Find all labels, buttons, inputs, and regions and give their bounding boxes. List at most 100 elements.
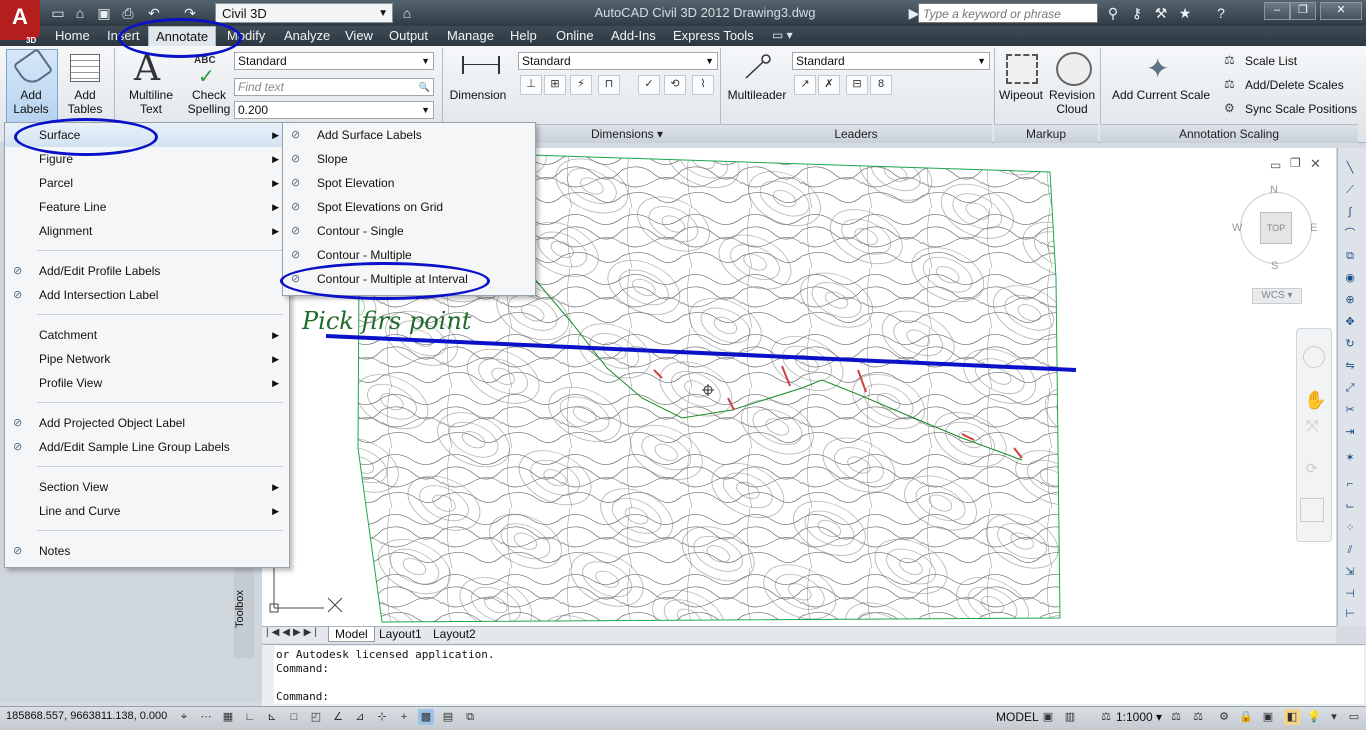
markup-panel-title[interactable]: Markup (994, 124, 1098, 143)
find-text-input[interactable]: Find text 🔍 (234, 78, 434, 96)
dim-linear-icon[interactable]: ⊥ (520, 75, 542, 95)
collect-leaders-icon[interactable]: 8 (870, 75, 892, 95)
favorites-star-icon[interactable]: ★ (1174, 3, 1196, 23)
steering-wheel-icon[interactable] (1303, 346, 1325, 368)
viewport-minimize-icon[interactable]: ▭ (1270, 158, 1281, 172)
close-button[interactable]: ✕ (1320, 2, 1362, 20)
rt-fillet-icon[interactable]: ⌐ (1341, 476, 1359, 493)
polar-tracking-icon[interactable]: ⊾ (264, 709, 280, 725)
align-leaders-icon[interactable]: ⊟ (846, 75, 868, 95)
remove-leader-icon[interactable]: ✗ (818, 75, 840, 95)
tab-express-tools[interactable]: Express Tools (666, 26, 761, 46)
menu-item-catchment[interactable]: Catchment ▶ (5, 323, 289, 347)
model-space-button[interactable]: MODEL (996, 710, 1039, 724)
grid-display-icon[interactable]: ▦ (220, 709, 236, 725)
menu-item-add-edit-sample-line-group-labels[interactable]: ⊘ Add/Edit Sample Line Group Labels (5, 435, 289, 459)
revision-cloud-button[interactable]: Revision Cloud (1046, 88, 1098, 116)
scale-list-button[interactable]: Scale List (1245, 52, 1297, 70)
multiline-text-button[interactable]: Multiline Text (124, 88, 178, 116)
rt-scale-icon[interactable]: ⤢ (1341, 380, 1359, 397)
object-snap-icon[interactable]: □ (286, 709, 302, 725)
quick-properties-icon[interactable]: ▤ (440, 709, 456, 725)
menu-item-pipe-network[interactable]: Pipe Network ▶ (5, 347, 289, 371)
subscription-key-icon[interactable]: ⚷ (1126, 3, 1148, 23)
rt-earth-icon[interactable]: ⊕ (1341, 292, 1359, 309)
isolate-objects-icon[interactable]: ◧ (1284, 709, 1300, 725)
wcs-menu[interactable]: WCS ▾ (1252, 288, 1302, 304)
viewport-close-icon[interactable]: ✕ (1310, 156, 1321, 172)
save-icon[interactable]: ▣ (94, 3, 114, 23)
auto-scale-icon[interactable]: ⚖ (1190, 709, 1206, 725)
check-spelling-button[interactable]: Check Spelling (184, 88, 234, 116)
rt-join-icon[interactable]: ⊢ (1341, 606, 1359, 623)
lineweight-icon[interactable]: + (396, 709, 412, 725)
3d-osnap-icon[interactable]: ◰ (308, 709, 324, 725)
layout-nav-arrows-icon[interactable]: |◀◀▶▶| (266, 627, 320, 638)
rt-copy-icon[interactable]: ⧉ (1341, 248, 1359, 265)
dim-continue-icon[interactable]: ⊓ (598, 75, 620, 95)
text-height-dropdown[interactable]: 0.200 ▼ (234, 101, 434, 119)
infer-constraints-icon[interactable]: ⌖ (176, 709, 192, 725)
orbit-icon[interactable]: ⟳ (1306, 460, 1318, 477)
submenu-item-add-surface-labels[interactable]: ⊘ Add Surface Labels (283, 123, 535, 147)
menu-item-add-intersection-label[interactable]: ⊘ Add Intersection Label (5, 283, 289, 307)
communication-center-icon[interactable]: ⚒ (1150, 3, 1172, 23)
menu-item-profile-view[interactable]: Profile View ▶ (5, 371, 289, 395)
multileader-button[interactable]: Multileader (724, 88, 790, 102)
menu-item-notes[interactable]: ⊘ Notes (5, 539, 289, 563)
viewport-restore-icon[interactable]: ❐ (1290, 156, 1301, 170)
rt-move-icon[interactable]: ✥ (1341, 314, 1359, 331)
rt-spline-icon[interactable]: ∫ (1341, 204, 1359, 221)
annotation-scale-dropdown[interactable]: 1:1000 ▾ (1116, 710, 1162, 724)
dim-inspect-icon[interactable]: ✓ (638, 75, 660, 95)
dimension-style-dropdown[interactable]: Standard ▼ (518, 52, 718, 70)
tab-view[interactable]: View (338, 26, 380, 46)
menu-item-add-projected-object-label[interactable]: ⊘ Add Projected Object Label (5, 411, 289, 435)
tab-online[interactable]: Online (549, 26, 601, 46)
quick-view-drawings-icon[interactable]: ▥ (1062, 709, 1078, 725)
new-file-icon[interactable]: ▭ (48, 3, 68, 23)
rt-stretch-icon[interactable]: ⇲ (1341, 564, 1359, 581)
ortho-mode-icon[interactable]: ∟ (242, 709, 258, 725)
quick-view-layouts-icon[interactable]: ▣ (1040, 709, 1056, 725)
rt-arc-icon[interactable]: ⌒ (1341, 226, 1359, 243)
rt-offset-icon[interactable]: ⫽ (1341, 542, 1359, 559)
hardware-acceleration-icon[interactable]: ▣ (1260, 709, 1276, 725)
pan-hand-icon[interactable]: ✋ (1304, 390, 1326, 411)
lightbulb-icon[interactable]: 💡 (1306, 709, 1322, 725)
submenu-item-contour-single[interactable]: ⊘ Contour - Single (283, 219, 535, 243)
annotation-visibility-icon[interactable]: ⚖ (1168, 709, 1184, 725)
print-icon[interactable]: ⎙ (118, 3, 138, 23)
annotation-scale-icon[interactable]: ⚖ (1098, 709, 1114, 725)
help-icon[interactable]: ? (1210, 3, 1232, 23)
command-history[interactable]: or Autodesk licensed application. Comman… (274, 646, 1364, 704)
viewcube[interactable]: N S E W TOP (1226, 180, 1326, 276)
clean-screen-icon[interactable]: ▭ (1346, 709, 1362, 725)
tab-model[interactable]: Model (328, 627, 375, 642)
minimize-button[interactable]: – (1264, 2, 1290, 20)
restore-button[interactable]: ❐ (1290, 2, 1316, 20)
leader-style-dropdown[interactable]: Standard ▼ (792, 52, 990, 70)
tab-manage[interactable]: Manage (440, 26, 501, 46)
status-menu-icon[interactable]: ▾ (1326, 709, 1342, 725)
rt-explode-icon[interactable]: ✶ (1341, 450, 1359, 467)
tab-output[interactable]: Output (382, 26, 435, 46)
rt-rotate-icon[interactable]: ↻ (1341, 336, 1359, 353)
dim-jog-icon[interactable]: ⌇ (692, 75, 714, 95)
zoom-extents-icon[interactable]: ⤧ (1306, 418, 1319, 436)
open-file-icon[interactable]: ⌂ (70, 3, 90, 23)
workspace-dropdown[interactable]: Civil 3D ▼ (215, 3, 393, 23)
dimensions-panel-title[interactable]: Dimensions ▾ (534, 124, 720, 143)
tab-analyze[interactable]: Analyze (277, 26, 337, 46)
add-tables-button[interactable]: Add Tables (62, 88, 108, 116)
leaders-panel-title[interactable]: Leaders (720, 124, 992, 143)
menu-item-line-and-curve[interactable]: Line and Curve ▶ (5, 499, 289, 523)
submenu-item-spot-elevations-on-grid[interactable]: ⊘ Spot Elevations on Grid (283, 195, 535, 219)
rt-chamfer-icon[interactable]: ⌙ (1341, 498, 1359, 515)
allow-ucs-icon[interactable]: ⊿ (352, 709, 368, 725)
menu-item-feature-line[interactable]: Feature Line ▶ (5, 195, 289, 219)
rt-trim-icon[interactable]: ✂ (1341, 402, 1359, 419)
dimension-button[interactable]: Dimension (446, 88, 510, 102)
showmotion-icon[interactable] (1300, 498, 1324, 522)
rt-mirror-icon[interactable]: ⇋ (1341, 358, 1359, 375)
